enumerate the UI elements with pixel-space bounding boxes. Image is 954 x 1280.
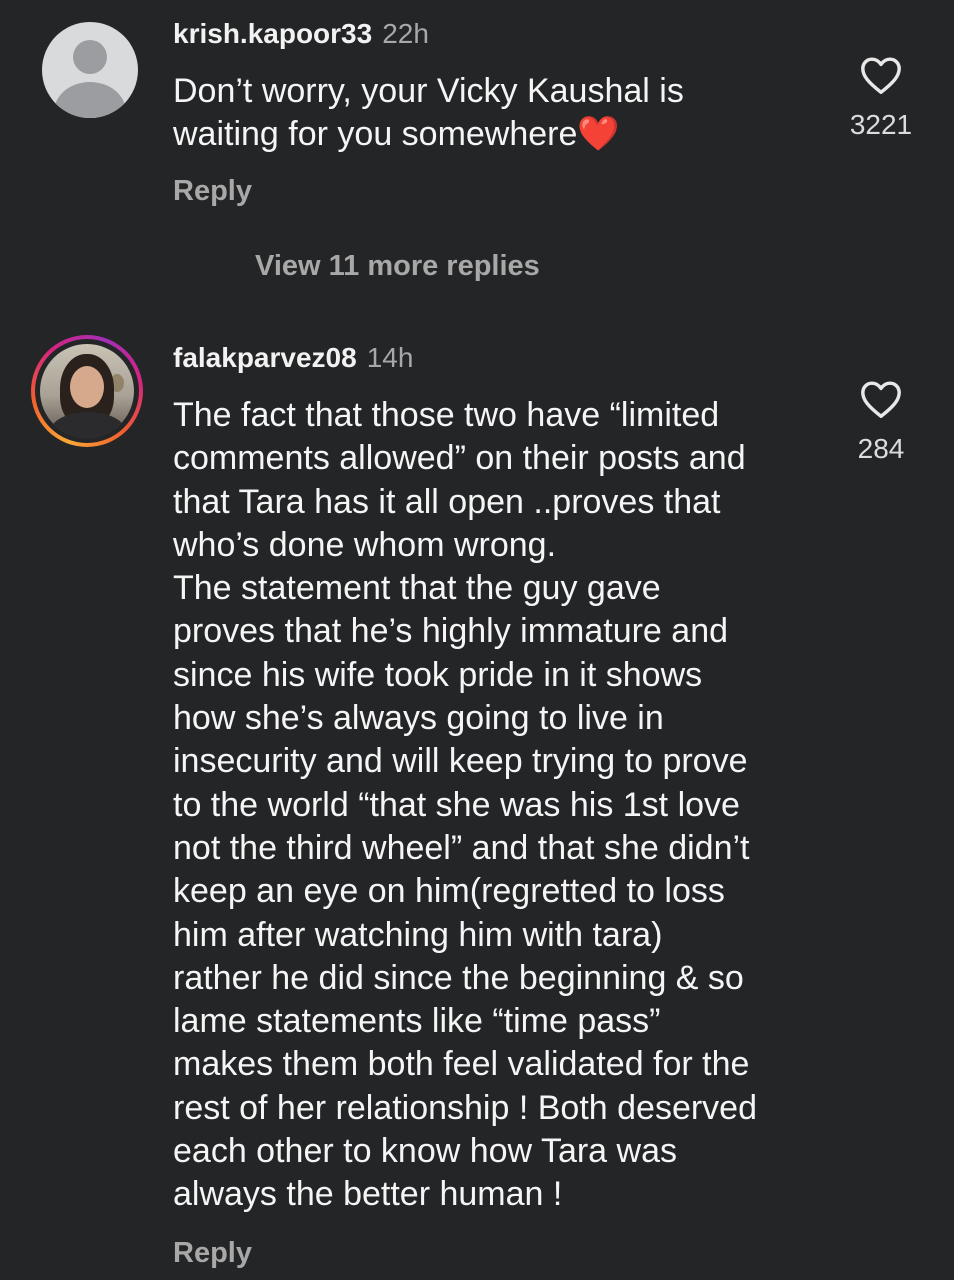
comment-text: The fact that those two have “limited co… — [173, 396, 757, 1214]
reply-button[interactable]: Reply — [173, 1237, 252, 1270]
default-avatar-icon[interactable] — [42, 22, 138, 118]
like-group: 3221 — [836, 55, 926, 141]
heart-icon[interactable] — [836, 55, 926, 95]
comment-author[interactable]: falakparvez08 14h — [173, 342, 413, 374]
comment-time: 14h — [366, 342, 414, 373]
heart-icon[interactable] — [836, 379, 926, 419]
like-count: 3221 — [849, 109, 913, 140]
username[interactable]: falakparvez08 — [173, 342, 357, 373]
comment-text: Don’t worry, your Vicky Kaushal is waiti… — [173, 72, 684, 154]
avatar[interactable] — [31, 335, 143, 447]
comment-time: 22h — [382, 18, 429, 49]
like-group: 284 — [836, 379, 926, 465]
profile-photo — [40, 344, 134, 438]
like-count: 284 — [857, 433, 905, 464]
view-more-replies-button[interactable]: View 11 more replies — [255, 250, 540, 283]
comment-author[interactable]: krish.kapoor33 22h — [173, 18, 429, 50]
username[interactable]: krish.kapoor33 — [173, 18, 372, 49]
reply-button[interactable]: Reply — [173, 175, 252, 208]
